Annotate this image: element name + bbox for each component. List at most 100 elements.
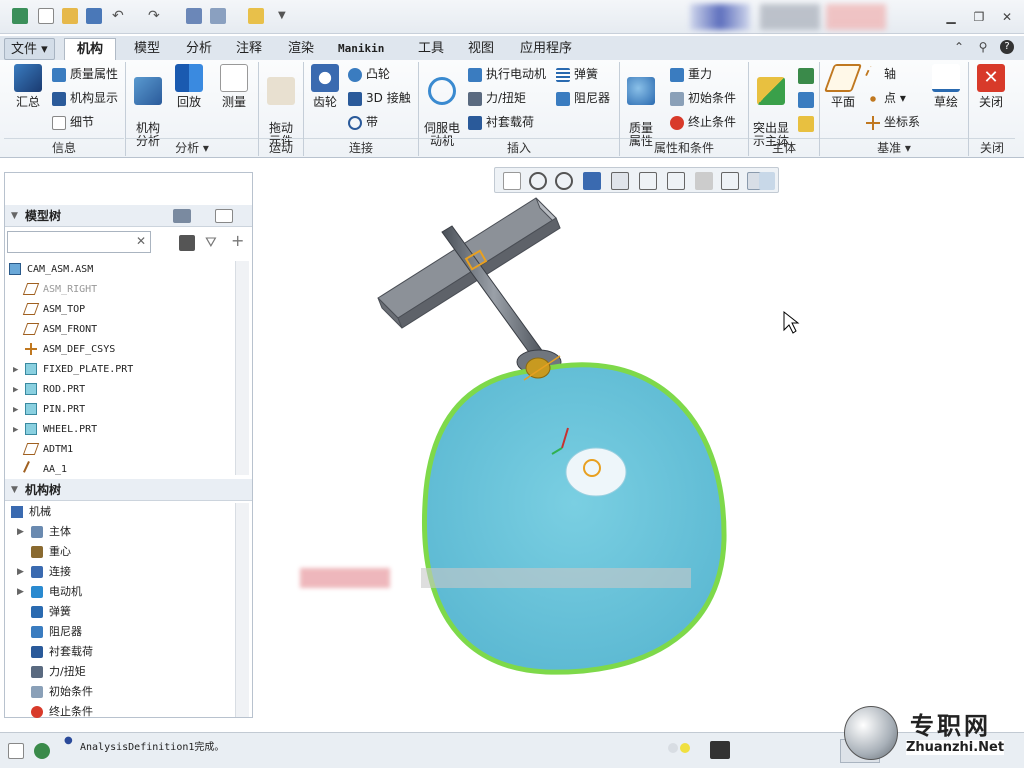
mech-tree-item[interactable]: 衬套载荷 xyxy=(31,643,93,661)
model-tree-item[interactable]: ASM_DEF_CSYS xyxy=(25,341,115,359)
body-tool-icon[interactable] xyxy=(798,116,814,132)
spin-center-icon[interactable] xyxy=(759,172,775,190)
mech-tree-root[interactable]: 机械 xyxy=(11,503,51,521)
group-datum[interactable]: 基准 ▾ xyxy=(820,138,968,156)
repaint-icon[interactable] xyxy=(583,172,601,190)
summary-button[interactable]: 汇总 xyxy=(8,64,48,109)
open-icon[interactable] xyxy=(62,8,78,24)
spring-button[interactable]: 弹簧 xyxy=(556,64,598,84)
perspective-icon[interactable] xyxy=(695,172,713,190)
saved-views-icon[interactable] xyxy=(639,172,657,190)
tab-annotate[interactable]: 注释 xyxy=(230,38,268,60)
group-analysis[interactable]: 分析 ▾ xyxy=(126,138,258,156)
body-tool-icon[interactable] xyxy=(798,68,814,84)
add-icon[interactable]: + xyxy=(231,233,247,249)
measure-button[interactable]: 测量 xyxy=(216,64,252,109)
tab-view[interactable]: 视图 xyxy=(462,38,500,60)
tab-tools[interactable]: 工具 xyxy=(412,38,450,60)
close-window-icon[interactable] xyxy=(248,8,264,24)
model-tree-item[interactable]: AA_1 xyxy=(23,461,67,479)
restore-icon[interactable]: ❐ xyxy=(972,10,986,24)
zoom-in-icon[interactable] xyxy=(529,172,547,190)
model-tree-item[interactable]: ▶ ROD.PRT xyxy=(13,381,85,399)
tab-file[interactable]: 文件 ▾ xyxy=(4,38,55,60)
filter-icon[interactable]: ⛛ xyxy=(205,235,221,251)
force-torque-button[interactable]: 力/扭矩 xyxy=(468,88,526,108)
model-tree-item[interactable]: CAM_ASM.ASM xyxy=(9,261,93,279)
tab-mechanism[interactable]: 机构 xyxy=(64,38,116,60)
datum-display-icon[interactable] xyxy=(721,172,739,190)
expand-icon[interactable]: ▶ xyxy=(13,361,18,379)
gravity-button[interactable]: 重力 xyxy=(670,64,712,84)
highlight-bodies-button[interactable]: 突出显 示主体 xyxy=(750,64,792,148)
plane-button[interactable]: 平面 xyxy=(823,64,863,109)
redo-icon[interactable]: ↷ xyxy=(148,8,164,24)
exec-motor-button[interactable]: 执行电动机 xyxy=(468,64,546,84)
undo-icon[interactable]: ↶ xyxy=(112,8,128,24)
tab-apps[interactable]: 应用程序 xyxy=(514,38,578,60)
drag-components-button[interactable]: 拖动 元件 xyxy=(262,64,300,148)
tree-settings-icon[interactable] xyxy=(173,209,191,223)
mech-analysis-button[interactable]: 机构 分析 xyxy=(130,64,166,148)
model-tree-item[interactable]: ▶ PIN.PRT xyxy=(13,401,85,419)
regenerate-icon[interactable] xyxy=(186,8,202,24)
mech-tree-item[interactable]: ▶ 连接 xyxy=(17,563,71,581)
model-tree-header[interactable]: ▼ 模型树 xyxy=(5,205,252,227)
tab-analysis[interactable]: 分析 xyxy=(180,38,218,60)
navigator-toggle-icon[interactable] xyxy=(8,743,24,759)
expand-icon[interactable]: ▶ xyxy=(17,563,24,581)
graphics-window[interactable] xyxy=(256,160,1024,730)
mech-tree-item[interactable]: 终止条件 xyxy=(31,703,93,721)
tree-search-input[interactable]: ✕ xyxy=(7,231,151,253)
model-tree-item[interactable]: ASM_FRONT xyxy=(22,321,97,339)
expand-icon[interactable]: ▶ xyxy=(13,381,18,399)
mech-tree-item[interactable]: 弹簧 xyxy=(31,603,71,621)
expand-icon[interactable]: ▶ xyxy=(13,421,18,439)
mech-tree-item[interactable]: ▶ 电动机 xyxy=(17,583,82,601)
tab-render[interactable]: 渲染 xyxy=(282,38,320,60)
new-icon[interactable] xyxy=(38,8,54,24)
gear-button[interactable]: 齿轮 xyxy=(308,64,342,109)
expand-icon[interactable]: ▶ xyxy=(17,523,24,541)
mech-tree-item[interactable]: ▶ 主体 xyxy=(17,523,71,541)
body-tool-icon[interactable] xyxy=(798,92,814,108)
mech-tree-scrollbar[interactable] xyxy=(235,503,249,717)
point-button[interactable]: 点 ▾ xyxy=(866,88,906,108)
zoom-out-icon[interactable] xyxy=(555,172,573,190)
refit-icon[interactable] xyxy=(503,172,521,190)
minimize-icon[interactable]: ▁ xyxy=(944,10,958,24)
playback-button[interactable]: 回放 xyxy=(172,64,206,109)
model-tree-item[interactable]: ASM_RIGHT xyxy=(22,281,97,299)
model-tree-item[interactable]: ▶ FIXED_PLATE.PRT xyxy=(13,361,133,379)
display-style-icon[interactable] xyxy=(611,172,629,190)
belt-button[interactable]: 带 xyxy=(348,112,378,132)
model-tree-item[interactable]: ADTM1 xyxy=(22,441,73,459)
bushing-load-button[interactable]: 衬套载荷 xyxy=(468,112,534,132)
cam-wheel[interactable] xyxy=(422,362,727,675)
csys-button[interactable]: 坐标系 xyxy=(866,112,920,132)
mech-tree-item[interactable]: 力/扭矩 xyxy=(31,663,86,681)
contact3d-button[interactable]: 3D 接触 xyxy=(348,88,411,108)
close-icon[interactable]: ✕ xyxy=(1000,10,1014,24)
cam-button[interactable]: 凸轮 xyxy=(348,64,390,84)
mech-tree-item[interactable]: 阻尼器 xyxy=(31,623,82,641)
sketch-button[interactable]: 草绘 xyxy=(926,64,966,109)
browser-toggle-icon[interactable] xyxy=(34,743,50,759)
search-icon[interactable]: ⚲ xyxy=(976,40,990,54)
mass-props-button[interactable]: 质量属性 xyxy=(52,64,118,84)
detail-button[interactable]: 细节 xyxy=(52,112,94,132)
expand-icon[interactable]: ▶ xyxy=(17,583,24,601)
mech-tree-item[interactable]: 重心 xyxy=(31,543,71,561)
save-icon[interactable] xyxy=(86,8,102,24)
help-icon[interactable]: ? xyxy=(1000,40,1014,54)
collapse-ribbon-icon[interactable]: ⌃ xyxy=(952,40,966,54)
close-button[interactable]: ✕ 关闭 xyxy=(972,64,1010,109)
expand-icon[interactable]: ▶ xyxy=(13,401,18,419)
find-icon[interactable] xyxy=(710,741,730,759)
model-tree-item[interactable]: ASM_TOP xyxy=(22,301,85,319)
mech-tree-item[interactable]: 初始条件 xyxy=(31,683,93,701)
initial-conditions-button[interactable]: 初始条件 xyxy=(670,88,736,108)
windows-icon[interactable] xyxy=(210,8,226,24)
damper-button[interactable]: 阻尼器 xyxy=(556,88,610,108)
axis-button[interactable]: 轴 xyxy=(863,64,896,84)
